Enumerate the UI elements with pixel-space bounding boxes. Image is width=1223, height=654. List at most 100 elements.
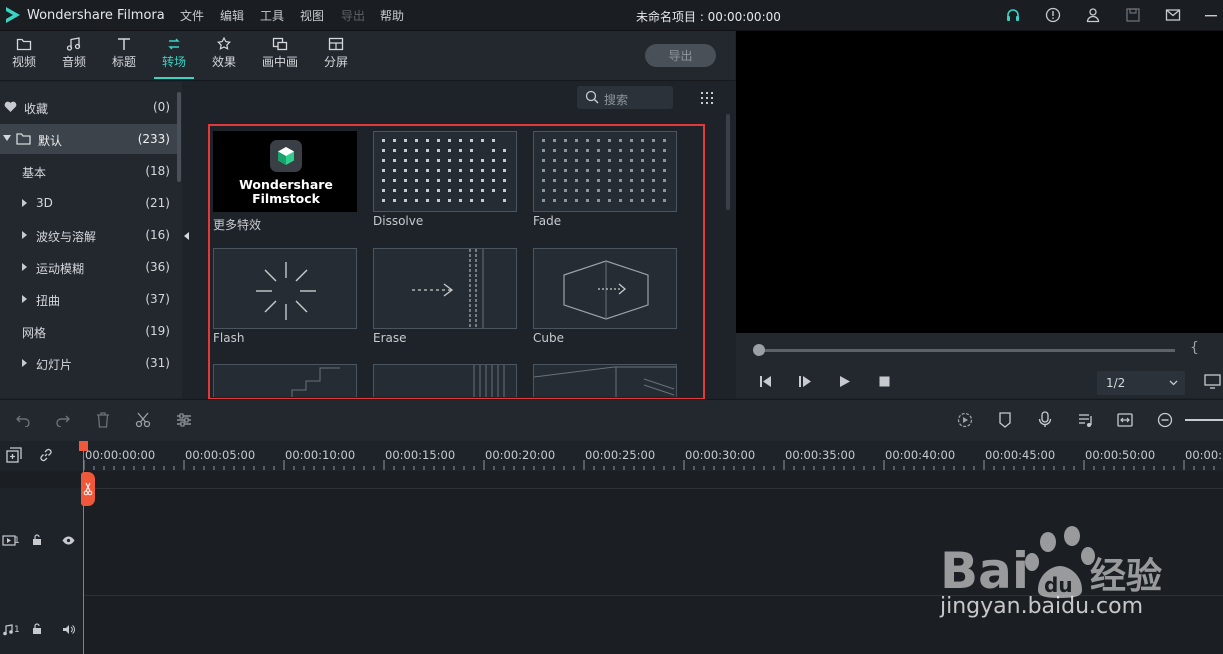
sidebar-item-slideshow[interactable]: 幻灯片 (31) [0, 348, 178, 378]
sidebar-item-count: (31) [145, 356, 170, 370]
mark-in-icon[interactable]: { [1190, 340, 1199, 356]
expand-right-icon [22, 231, 27, 239]
marker-icon[interactable] [998, 412, 1012, 428]
tab-audio[interactable]: 音频 [54, 35, 94, 79]
sidebar-item-label: 扭曲 [36, 294, 61, 308]
sidebar-item-default[interactable]: 默认 (233) [0, 124, 178, 154]
step-forward-icon[interactable] [798, 375, 812, 388]
menu-export[interactable]: 导出 [341, 7, 365, 24]
step-back-icon[interactable] [758, 375, 772, 388]
expand-right-icon [22, 295, 27, 303]
redo-icon[interactable] [55, 413, 71, 427]
tab-effects[interactable]: 效果 [204, 35, 244, 79]
track-divider [0, 488, 1223, 489]
stop-icon[interactable] [879, 376, 890, 387]
sidebar-item-count: (21) [145, 196, 170, 210]
sidebar-item-label: 收藏 [24, 102, 49, 116]
menu-tools[interactable]: 工具 [260, 7, 284, 24]
export-button[interactable]: 导出 [645, 44, 716, 67]
add-track-icon[interactable] [6, 447, 22, 463]
search-input[interactable]: 搜索 [604, 91, 628, 108]
cut-icon[interactable] [135, 412, 151, 428]
zoom-slider[interactable] [1185, 419, 1223, 421]
tab-audio-label: 音频 [61, 55, 86, 69]
split-screen-icon [328, 37, 344, 51]
search-box[interactable]: 搜索 [577, 86, 673, 109]
render-preview-icon[interactable] [957, 412, 973, 428]
preview-player [736, 31, 1223, 333]
zoom-out-icon[interactable] [1157, 412, 1173, 428]
video-track-number: 1 [14, 536, 20, 546]
tab-transitions[interactable]: 转场 [154, 35, 194, 79]
app-name: Wondershare Filmora [27, 8, 165, 23]
ruler-timecode: 00:00:25:00 [585, 448, 656, 462]
folder-icon [16, 133, 31, 145]
tab-split-screen[interactable]: 分屏 [316, 35, 356, 79]
menu-view[interactable]: 视图 [300, 7, 324, 24]
tab-video[interactable]: 视频 [4, 35, 44, 79]
highlight-box [208, 124, 705, 400]
ruler-timecode: 00:00:35:00 [785, 448, 856, 462]
collapse-sidebar-icon[interactable] [184, 232, 189, 240]
playhead-scissors-handle[interactable] [81, 472, 95, 506]
ruler-timecode: 00:00:05:00 [185, 448, 256, 462]
sidebar-item-label: 默认 [38, 134, 63, 148]
menu-file[interactable]: 文件 [180, 7, 204, 24]
ruler-timecode: 00:00:15:00 [385, 448, 456, 462]
tab-video-label: 视频 [11, 55, 36, 69]
info-icon[interactable] [1045, 7, 1061, 23]
sidebar-item-count: (18) [145, 164, 170, 178]
play-icon[interactable] [839, 375, 851, 388]
sidebar-item-3d[interactable]: 3D (21) [0, 188, 178, 218]
link-icon[interactable] [38, 447, 54, 463]
sidebar-item-basic[interactable]: 基本 (18) [0, 156, 178, 186]
undo-icon[interactable] [15, 413, 31, 427]
svg-text:Bai: Bai [940, 542, 1029, 600]
expand-down-icon [3, 135, 11, 141]
speaker-icon[interactable] [62, 624, 75, 635]
mail-icon[interactable] [1165, 7, 1181, 23]
user-icon[interactable] [1085, 7, 1101, 23]
progress-knob[interactable] [753, 344, 765, 356]
menu-help[interactable]: 帮助 [380, 7, 404, 24]
microphone-icon[interactable] [1038, 411, 1052, 428]
folder-icon [16, 38, 32, 51]
delete-icon[interactable] [96, 412, 110, 428]
save-icon[interactable] [1125, 7, 1141, 23]
playback-ratio-select[interactable]: 1/2 [1097, 371, 1185, 395]
svg-text:经验: 经验 [1090, 556, 1162, 597]
sidebar-item-grid[interactable]: 网格 (19) [0, 316, 178, 346]
sidebar-scrollbar[interactable] [177, 92, 181, 182]
adjust-icon[interactable] [176, 413, 192, 427]
tab-pip[interactable]: 画中画 [260, 35, 300, 79]
sidebar-item-motion-blur[interactable]: 运动模糊 (36) [0, 252, 178, 282]
sidebar-item-ripple-dissolve[interactable]: 波纹与溶解 (16) [0, 220, 178, 250]
minimize-icon[interactable] [1203, 7, 1219, 23]
tab-split-screen-label: 分屏 [323, 55, 348, 69]
audio-mixer-icon[interactable] [1078, 412, 1094, 428]
display-icon[interactable] [1204, 374, 1221, 389]
tab-pip-label: 画中画 [261, 55, 298, 69]
fit-timeline-icon[interactable] [1117, 413, 1133, 427]
lock-icon[interactable] [32, 534, 42, 546]
transition-icon [168, 38, 180, 50]
playback-progress-bar[interactable] [757, 349, 1175, 352]
sidebar-item-count: (19) [145, 324, 170, 338]
sidebar-item-warp[interactable]: 扭曲 (37) [0, 284, 178, 314]
tab-titles[interactable]: 标题 [104, 35, 144, 79]
headset-icon[interactable] [1005, 7, 1021, 23]
grid-view-icon[interactable] [700, 91, 714, 105]
heart-icon [4, 101, 17, 112]
sidebar-item-label: 波纹与溶解 [36, 230, 97, 244]
filmora-logo-icon [6, 7, 20, 23]
eye-icon[interactable] [62, 536, 75, 545]
lock-icon[interactable] [32, 623, 42, 635]
music-note-icon [66, 37, 81, 51]
menu-edit[interactable]: 编辑 [220, 7, 244, 24]
sidebar-item-favorites[interactable]: 收藏 (0) [0, 92, 178, 122]
library-scrollbar[interactable] [726, 114, 730, 210]
sidebar-item-count: (16) [145, 228, 170, 242]
tab-effects-label: 效果 [211, 55, 236, 69]
ruler-timecode: 00:00:10:00 [285, 448, 356, 462]
sidebar-item-label: 3D [36, 196, 53, 210]
